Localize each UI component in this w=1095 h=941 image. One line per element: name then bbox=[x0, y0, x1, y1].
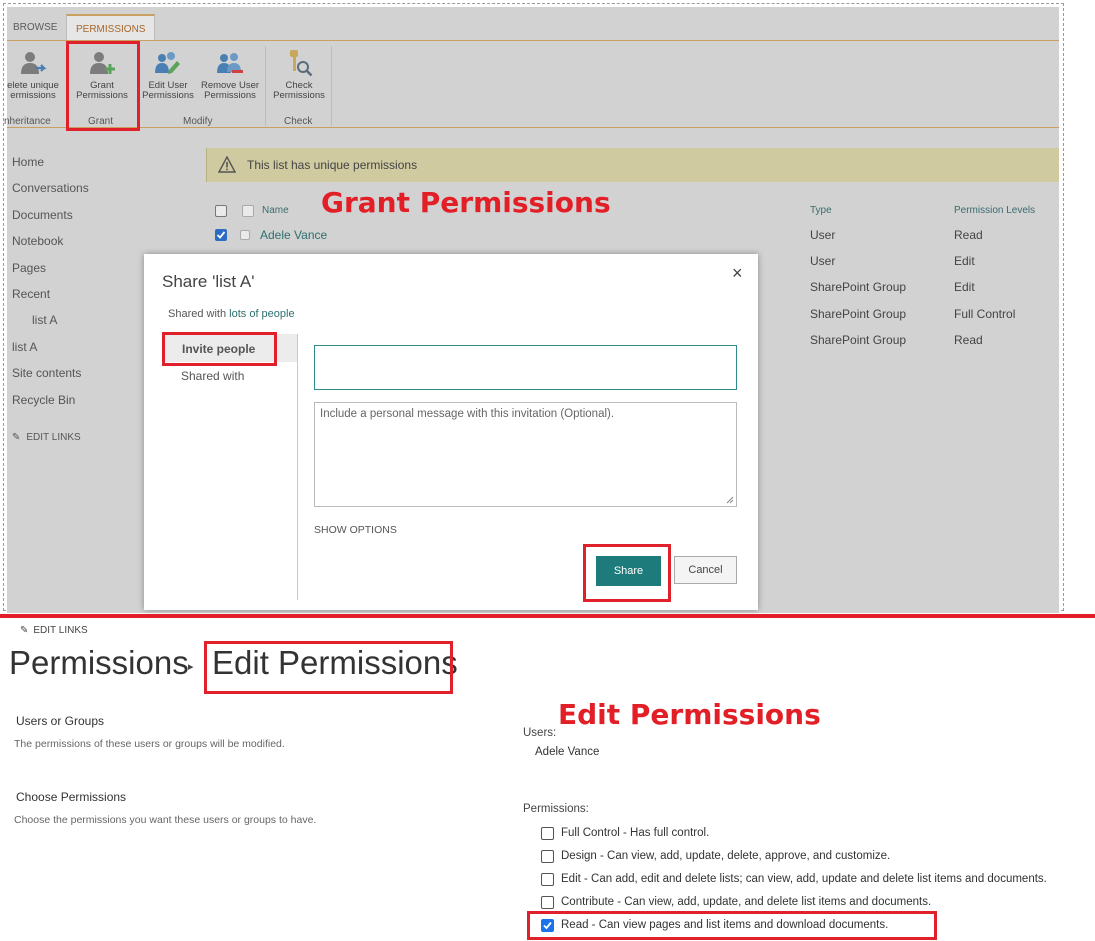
breadcrumb-permissions[interactable]: Permissions bbox=[9, 644, 189, 682]
button-label-line2: Permissions bbox=[142, 90, 194, 101]
select-all-checkbox[interactable] bbox=[215, 205, 227, 217]
edit-links-label: EDIT LINKS bbox=[33, 625, 88, 636]
invite-people-input[interactable] bbox=[314, 345, 737, 390]
highlight-invite-tab bbox=[162, 332, 277, 366]
row-type: SharePoint Group bbox=[810, 307, 907, 321]
tab-permissions[interactable]: PERMISSIONS bbox=[66, 14, 156, 41]
edit-permissions-annotation: Edit Permissions bbox=[558, 698, 821, 731]
section-divider bbox=[0, 614, 1095, 618]
contribute-label: Contribute - Can view, add, update, and … bbox=[561, 896, 932, 908]
highlight-edit-permissions-title bbox=[204, 641, 453, 694]
full-control-label: Full Control - Has full control. bbox=[561, 827, 710, 839]
button-label-line2: ermissions bbox=[10, 90, 56, 101]
group-check: Check bbox=[284, 116, 313, 127]
breadcrumb-separator-icon: ▸ bbox=[188, 661, 194, 673]
highlight-read-permission bbox=[527, 911, 937, 940]
close-icon[interactable]: × bbox=[732, 263, 743, 284]
nav-pages[interactable]: Pages bbox=[12, 261, 46, 275]
show-options-link[interactable]: SHOW OPTIONS bbox=[314, 524, 397, 536]
button-label-line2: Permissions bbox=[204, 90, 256, 101]
row-type: SharePoint Group bbox=[810, 280, 907, 294]
design-label: Design - Can view, add, update, delete, … bbox=[561, 850, 891, 862]
users-or-groups-heading: Users or Groups bbox=[16, 714, 105, 728]
ribbon-separator bbox=[265, 46, 266, 126]
checkmark-icon bbox=[216, 231, 226, 239]
nav-documents[interactable]: Documents bbox=[12, 208, 73, 222]
selected-user-name: Adele Vance bbox=[535, 746, 600, 758]
nav-conversations[interactable]: Conversations bbox=[12, 181, 89, 195]
column-header-name[interactable]: Name bbox=[262, 205, 289, 216]
row-level: Read bbox=[954, 228, 983, 242]
cancel-button[interactable]: Cancel bbox=[674, 556, 737, 584]
personal-message-textarea[interactable]: Include a personal message with this inv… bbox=[314, 402, 737, 507]
check-permissions-icon bbox=[290, 50, 313, 77]
warning-text: This list has unique permissions bbox=[247, 158, 418, 172]
group-modify: Modify bbox=[183, 116, 213, 127]
shared-with-summary: Shared with lots of people bbox=[168, 308, 295, 320]
choose-permissions-description: Choose the permissions you want these us… bbox=[14, 814, 317, 826]
full-control-checkbox[interactable] bbox=[541, 827, 554, 840]
column-header-permission-levels[interactable]: Permission Levels bbox=[954, 205, 1035, 216]
nav-list-a[interactable]: list A bbox=[12, 340, 37, 354]
warning-icon bbox=[218, 156, 236, 173]
row-level: Edit bbox=[954, 280, 975, 294]
column-header-type[interactable]: Type bbox=[810, 205, 832, 216]
nav-recent[interactable]: Recent bbox=[12, 287, 50, 301]
contribute-checkbox[interactable] bbox=[541, 896, 554, 909]
grant-permissions-screenshot: BROWSE PERMISSIONS elete unique ermissio… bbox=[0, 0, 1095, 614]
group-inheritance: nheritance bbox=[4, 116, 51, 127]
remove-users-icon bbox=[217, 53, 243, 73]
design-checkbox[interactable] bbox=[541, 850, 554, 863]
highlight-share-button bbox=[583, 544, 671, 602]
tab-shared-with[interactable]: Shared with bbox=[181, 369, 244, 383]
row-level: Full Control bbox=[954, 307, 1016, 321]
shared-with-prefix: Shared with bbox=[168, 308, 227, 320]
nav-home[interactable]: Home bbox=[12, 155, 44, 169]
nav-edit-links[interactable]: ✎ EDIT LINKS bbox=[12, 432, 81, 443]
edit-users-icon bbox=[155, 52, 180, 74]
grant-permissions-annotation: Grant Permissions bbox=[321, 186, 611, 219]
row-level: Edit bbox=[954, 254, 975, 268]
row-name-link[interactable]: Adele Vance bbox=[260, 228, 327, 242]
edit-checkbox[interactable] bbox=[541, 873, 554, 886]
row-level: Read bbox=[954, 333, 983, 347]
highlight-grant-button bbox=[66, 41, 140, 131]
nav-site-contents[interactable]: Site contents bbox=[12, 366, 81, 380]
dialog-title: Share 'list A' bbox=[162, 272, 255, 291]
ribbon-separator bbox=[331, 46, 332, 126]
row-type: User bbox=[810, 228, 836, 242]
unique-permissions-warning: This list has unique permissions bbox=[206, 148, 1059, 182]
edit-user-permissions-button[interactable]: Edit User Permissions bbox=[133, 48, 203, 101]
header-item-checkbox[interactable] bbox=[242, 205, 254, 217]
nav-recycle-bin[interactable]: Recycle Bin bbox=[12, 393, 75, 407]
row-type: SharePoint Group bbox=[810, 333, 907, 347]
row-item-checkbox[interactable] bbox=[240, 230, 250, 240]
ribbon-bottom-line bbox=[7, 127, 1059, 128]
permissions-label: Permissions: bbox=[523, 803, 589, 815]
delete-permissions-icon bbox=[21, 52, 47, 74]
check-permissions-button[interactable]: Check Permissions bbox=[264, 48, 334, 101]
users-or-groups-description: The permissions of these users or groups… bbox=[14, 738, 285, 750]
edit-links[interactable]: ✎ EDIT LINKS bbox=[20, 625, 88, 636]
button-label-line2: Permissions bbox=[273, 90, 325, 101]
nav-notebook[interactable]: Notebook bbox=[12, 234, 63, 248]
row-type: User bbox=[810, 254, 836, 268]
users-label: Users: bbox=[523, 727, 557, 739]
choose-permissions-heading: Choose Permissions bbox=[16, 790, 127, 804]
message-placeholder: Include a personal message with this inv… bbox=[320, 408, 615, 420]
edit-links-label: EDIT LINKS bbox=[26, 432, 81, 443]
resize-grip-icon[interactable] bbox=[726, 496, 734, 504]
pencil-icon: ✎ bbox=[12, 432, 21, 443]
lots-of-people-link[interactable]: lots of people bbox=[229, 308, 294, 320]
edit-label: Edit - Can add, edit and delete lists; c… bbox=[561, 873, 1047, 885]
row-checkbox-checked[interactable] bbox=[215, 229, 227, 241]
ribbon-top-line bbox=[7, 40, 1059, 41]
pencil-icon: ✎ bbox=[20, 625, 29, 636]
delete-unique-permissions-button[interactable]: elete unique ermissions bbox=[0, 48, 68, 101]
dialog-tab-divider bbox=[297, 334, 298, 600]
remove-user-permissions-button[interactable]: Remove User Permissions bbox=[195, 48, 265, 101]
nav-recent-list-a[interactable]: list A bbox=[32, 313, 57, 327]
tab-browse[interactable]: BROWSE bbox=[4, 14, 66, 41]
